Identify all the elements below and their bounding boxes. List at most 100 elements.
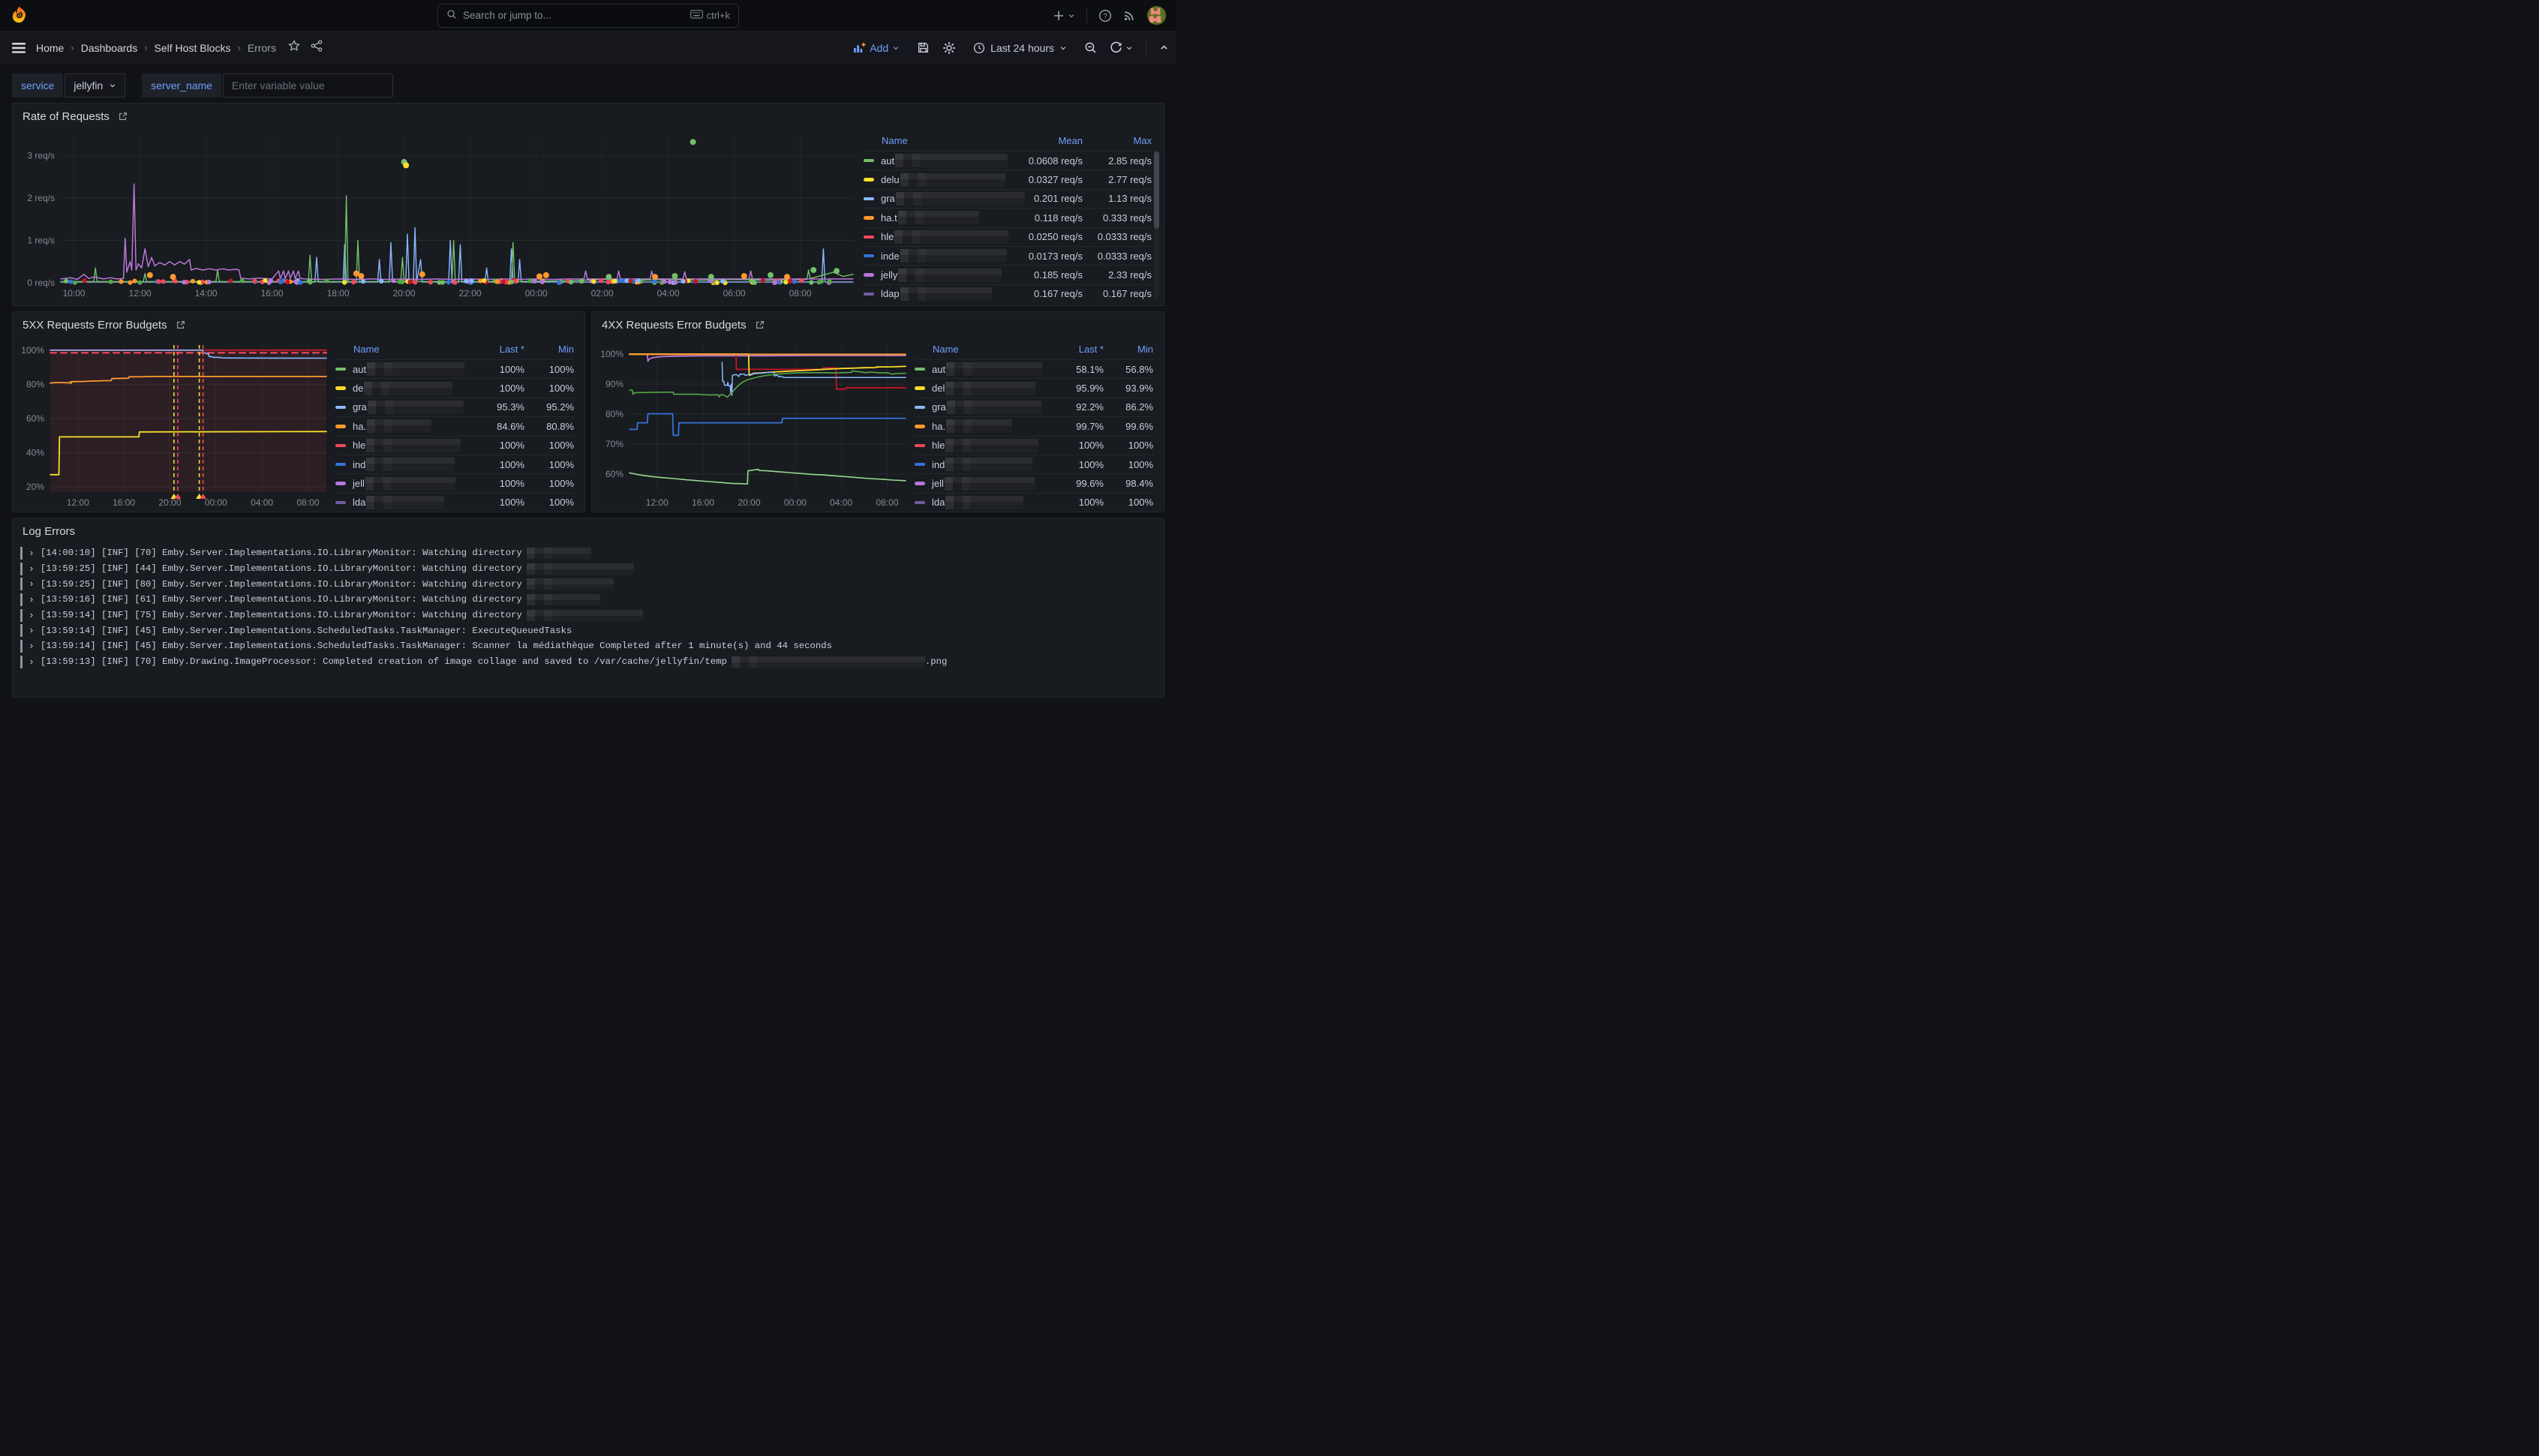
legend-value: 93.9% <box>1104 383 1153 394</box>
legend-sort-name[interactable]: Name <box>864 135 999 146</box>
legend-sort-min[interactable]: Min <box>1104 344 1153 355</box>
series-name: jell <box>915 477 1038 491</box>
breadcrumb-home[interactable]: Home <box>36 42 64 54</box>
legend-row[interactable]: ha.t0.118 req/s0.333 req/s <box>864 208 1152 227</box>
legend-row[interactable]: hle100%100% <box>915 436 1153 455</box>
time-range-picker[interactable]: Last 24 hours <box>969 41 1071 55</box>
legend-row[interactable]: hle0.0250 req/s0.0333 req/s <box>864 227 1152 246</box>
legend-row[interactable]: gra92.2%86.2% <box>915 398 1153 416</box>
add-panel-button[interactable]: Add <box>849 41 904 55</box>
svg-text:04:00: 04:00 <box>251 497 273 508</box>
legend-row[interactable]: del95.9%93.9% <box>915 378 1153 397</box>
legend-sort-max[interactable]: Max <box>1083 135 1152 146</box>
log-line[interactable]: ›[13:59:25] [INF] [44] Emby.Server.Imple… <box>20 561 1155 577</box>
log-line[interactable]: ›[13:59:16] [INF] [61] Emby.Server.Imple… <box>20 592 1155 608</box>
variable-service-dropdown[interactable]: jellyfin <box>65 74 125 98</box>
log-line[interactable]: ›[13:59:14] [INF] [45] Emby.Server.Imple… <box>20 623 1155 638</box>
log-line[interactable]: ›[13:59:14] [INF] [75] Emby.Server.Imple… <box>20 608 1155 623</box>
external-link-icon[interactable] <box>118 111 128 122</box>
save-dashboard-button[interactable] <box>917 41 930 54</box>
legend-row[interactable]: aut0.0608 req/s2.85 req/s <box>864 151 1152 170</box>
log-line[interactable]: ›[14:00:10] [INF] [70] Emby.Server.Imple… <box>20 545 1155 561</box>
expand-icon[interactable]: › <box>29 548 35 559</box>
legend-sort-min[interactable]: Min <box>524 344 574 355</box>
variable-label-service: service <box>12 74 63 98</box>
expand-icon[interactable]: › <box>29 641 35 652</box>
legend-row[interactable]: aut58.1%56.8% <box>915 359 1153 378</box>
share-icon[interactable] <box>311 40 323 56</box>
avatar[interactable] <box>1147 6 1166 25</box>
grafana-logo-icon[interactable] <box>11 5 30 27</box>
global-search-input[interactable]: Search or jump to... ctrl+k <box>437 4 739 28</box>
legend-value: 0.0333 req/s <box>1083 231 1152 242</box>
legend-row[interactable]: aut100%100% <box>335 359 574 378</box>
series-color-pill <box>335 386 346 390</box>
expand-icon[interactable]: › <box>29 578 35 590</box>
legend-sort-last[interactable]: Last * <box>1038 344 1104 355</box>
dashboard-settings-button[interactable] <box>942 41 956 55</box>
expand-icon[interactable]: › <box>29 563 35 575</box>
legend-scrollbar[interactable] <box>1154 150 1159 299</box>
legend-row[interactable]: ind100%100% <box>915 455 1153 473</box>
legend-value: 0.201 req/s <box>999 193 1083 204</box>
expand-icon[interactable]: › <box>29 625 35 636</box>
expand-icon[interactable]: › <box>29 610 35 621</box>
log-line[interactable]: ›[13:59:14] [INF] [45] Emby.Server.Imple… <box>20 638 1155 654</box>
rate-of-requests-chart[interactable]: 10:0012:0014:0016:0018:0020:0022:0000:00… <box>17 129 859 301</box>
log-line[interactable]: ›[13:59:25] [INF] [80] Emby.Server.Imple… <box>20 576 1155 592</box>
legend-sort-name[interactable]: Name <box>335 344 458 355</box>
5xx-error-budget-chart[interactable]: 12:0016:0020:0000:0004:0008:0020%40%60%8… <box>17 338 332 510</box>
news-rss-button[interactable] <box>1123 9 1136 22</box>
dashboard-variables: service jellyfin server_name <box>12 74 1164 98</box>
mega-menu-toggle[interactable] <box>6 35 32 61</box>
help-button[interactable]: ? <box>1098 9 1112 23</box>
new-menu-button[interactable] <box>1053 10 1075 22</box>
panel-title: 4XX Requests Error Budgets <box>602 319 747 332</box>
legend-sort-name[interactable]: Name <box>915 344 1038 355</box>
legend-row[interactable]: jell99.6%98.4% <box>915 473 1153 492</box>
legend-row[interactable]: ha.84.6%80.8% <box>335 416 574 435</box>
legend-row[interactable]: lda100%100% <box>335 493 574 512</box>
legend-row[interactable]: jell100%100% <box>335 473 574 492</box>
collapse-toolbar-button[interactable] <box>1159 43 1169 53</box>
legend-sort-last[interactable]: Last * <box>458 344 524 355</box>
legend-row[interactable]: ldap0.167 req/s0.167 req/s <box>864 284 1152 303</box>
log-line[interactable]: ›[13:59:13] [INF] [70] Emby.Drawing.Imag… <box>20 654 1155 670</box>
legend-sort-mean[interactable]: Mean <box>999 135 1083 146</box>
panel-header[interactable]: 5XX Requests Error Budgets <box>13 312 584 338</box>
redacted-text <box>527 594 600 605</box>
4xx-error-budget-chart[interactable]: 12:0016:0020:0000:0004:0008:0060%70%80%9… <box>596 338 912 510</box>
legend-row[interactable]: gra95.3%95.2% <box>335 398 574 416</box>
legend-value: 100% <box>458 459 524 470</box>
expand-icon[interactable]: › <box>29 594 35 605</box>
svg-text:18:00: 18:00 <box>327 288 350 299</box>
legend-row[interactable]: inde0.0173 req/s0.0333 req/s <box>864 246 1152 265</box>
panel-header[interactable]: Log Errors <box>13 518 1164 544</box>
legend-value: 0.333 req/s <box>1083 212 1152 224</box>
star-icon[interactable] <box>288 40 300 56</box>
expand-icon[interactable]: › <box>29 656 35 668</box>
panel-header[interactable]: Rate of Requests <box>13 104 1164 129</box>
variable-server-name-input[interactable] <box>223 74 393 98</box>
svg-text:?: ? <box>1103 12 1107 20</box>
redacted-name <box>894 230 1008 244</box>
external-link-icon[interactable] <box>176 320 186 330</box>
log-level-bar <box>20 656 23 668</box>
zoom-out-button[interactable] <box>1084 41 1097 54</box>
legend-row[interactable]: delu0.0327 req/s2.77 req/s <box>864 170 1152 188</box>
panel-header[interactable]: 4XX Requests Error Budgets <box>592 312 1164 338</box>
refresh-button[interactable] <box>1110 41 1133 54</box>
external-link-icon[interactable] <box>755 320 765 330</box>
breadcrumb-dashboards[interactable]: Dashboards <box>81 42 138 54</box>
clock-icon <box>973 42 985 54</box>
legend-row[interactable]: de100%100% <box>335 378 574 397</box>
legend-row[interactable]: gra0.201 req/s1.13 req/s <box>864 189 1152 208</box>
breadcrumb-folder[interactable]: Self Host Blocks <box>155 42 231 54</box>
legend-row[interactable]: ind100%100% <box>335 455 574 473</box>
4xx-legend: Name Last * Min aut58.1%56.8%del95.9%93.… <box>912 338 1159 509</box>
legend-row[interactable]: ha.99.7%99.6% <box>915 416 1153 435</box>
series-name: del <box>915 382 1038 395</box>
legend-row[interactable]: hle100%100% <box>335 436 574 455</box>
legend-row[interactable]: jelly0.185 req/s2.33 req/s <box>864 265 1152 284</box>
legend-row[interactable]: lda100%100% <box>915 493 1153 512</box>
